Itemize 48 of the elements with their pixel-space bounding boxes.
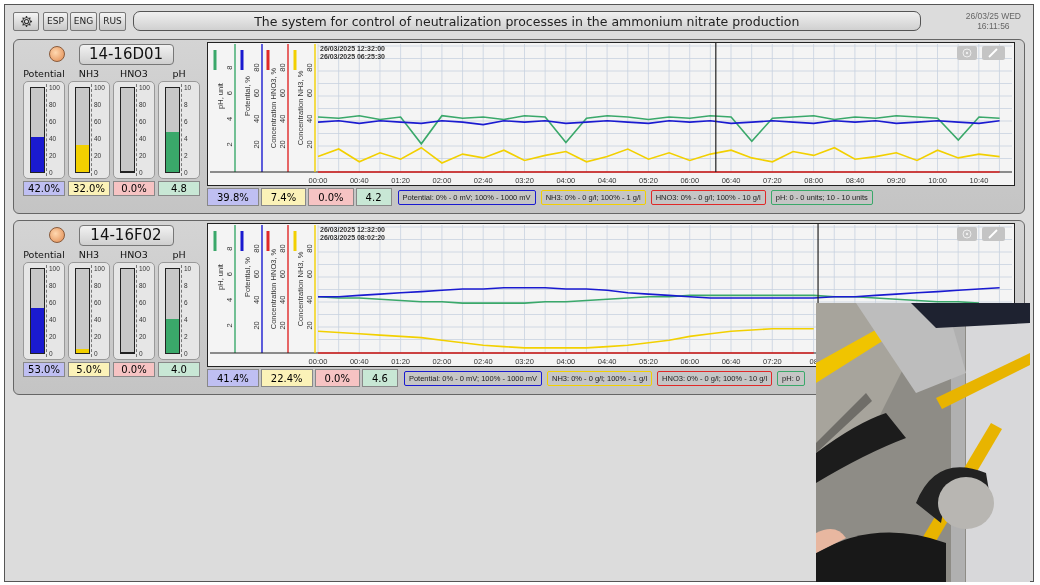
axis-legend-marker	[240, 50, 244, 70]
value-cell: 4.0	[158, 362, 200, 377]
gauge-label: HNO3	[119, 68, 149, 79]
value-cell: 0.0%	[113, 181, 155, 196]
value-cell: 22.4%	[260, 369, 313, 387]
axis-legend-marker	[293, 231, 297, 251]
value-cell: 0.0%	[314, 369, 360, 387]
target-button[interactable]	[957, 46, 977, 60]
target-button[interactable]	[957, 227, 977, 241]
language-button[interactable]: ENG	[69, 11, 98, 31]
value-cell: 0.0%	[308, 188, 354, 206]
axis-legend-marker	[240, 231, 244, 251]
value-cell: 53.0%	[23, 362, 65, 377]
axis-legend-marker	[266, 50, 270, 70]
gauge-label: Potential	[23, 249, 65, 260]
gauge-label: NH3	[77, 249, 101, 260]
gauge-label: NH3	[77, 68, 101, 79]
clock-date: 26/03/25 WED	[965, 11, 1021, 21]
value-cell: 4.2	[355, 188, 392, 206]
unit-name-button[interactable]: 14-16F02	[78, 224, 174, 246]
window-title: The system for control of neutralization processes in the ammonium nitrate production	[132, 11, 921, 31]
axis-legend-marker	[293, 50, 297, 70]
settings-button[interactable]	[13, 11, 39, 31]
unit-name-button[interactable]: 14-16D01	[78, 43, 174, 65]
value-cell: 32.0%	[68, 181, 110, 196]
value-cell: 4.6	[361, 369, 398, 387]
value-cell: 7.4%	[260, 188, 307, 206]
pencil-button[interactable]	[982, 227, 1005, 241]
axis-legend-marker	[266, 231, 270, 251]
language-button[interactable]: RUS	[99, 11, 126, 31]
value-cell: 42.0%	[23, 181, 65, 196]
gauge-label: pH	[171, 249, 187, 260]
axis-legend-marker	[213, 231, 217, 251]
value-cell: 0.0%	[113, 362, 155, 377]
gauge-label: pH	[171, 68, 187, 79]
indicator-lamp-icon	[48, 46, 65, 62]
value-cell: 41.4%	[207, 369, 259, 387]
gauge-label: Potential	[23, 68, 65, 79]
clock-time: 16:11:56	[977, 21, 1010, 31]
axis-legend-marker	[213, 50, 217, 70]
indicator-lamp-icon	[48, 227, 65, 243]
gauge-label: HNO3	[119, 249, 149, 260]
language-button[interactable]: ESP	[43, 11, 68, 31]
value-cell: 5.0%	[68, 362, 110, 377]
value-cell: 39.8%	[207, 188, 259, 206]
value-cell: 4.8	[158, 181, 200, 196]
pencil-button[interactable]	[982, 46, 1005, 60]
settings-icon	[19, 14, 33, 28]
